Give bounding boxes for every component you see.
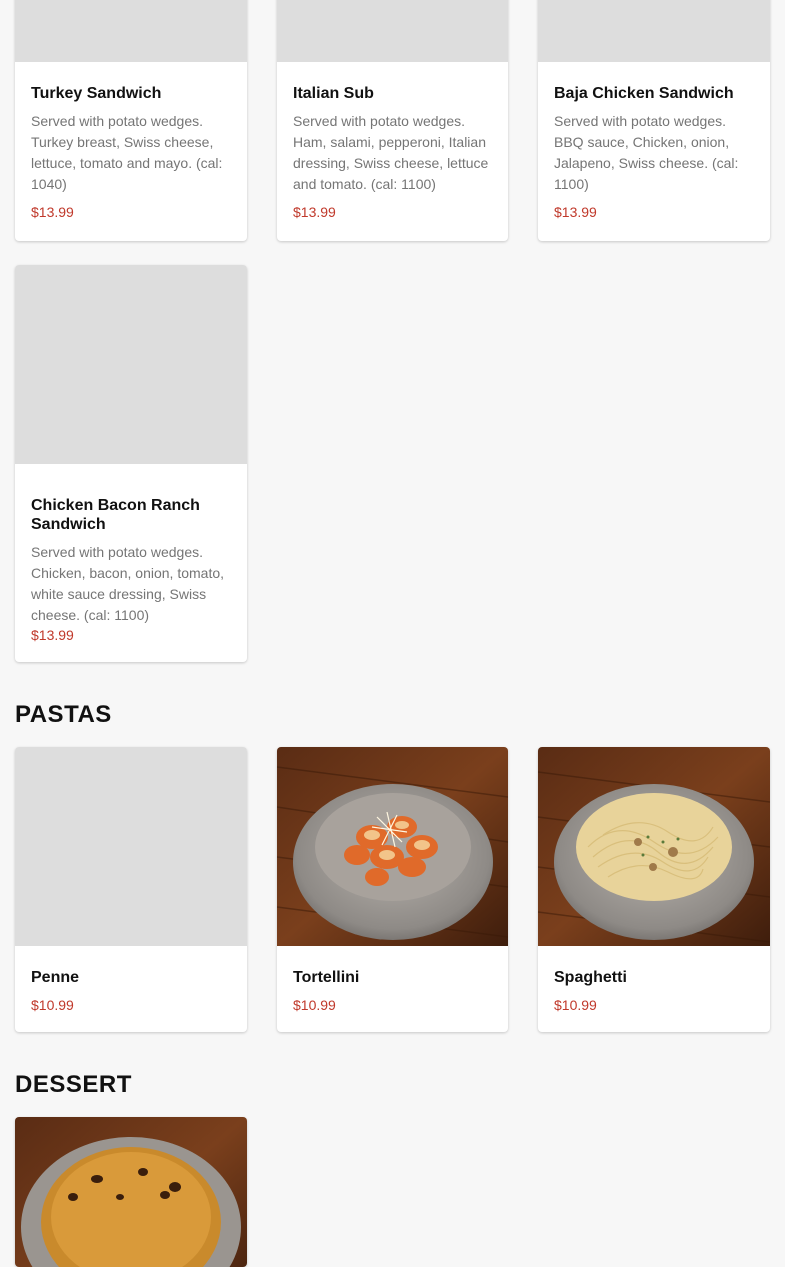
menu-item-card[interactable]: Spaghetti $10.99 <box>538 747 770 1032</box>
item-image-placeholder <box>15 0 247 62</box>
item-price: $10.99 <box>31 997 74 1013</box>
item-price: $10.99 <box>554 997 597 1013</box>
item-image-placeholder <box>277 0 508 62</box>
item-price: $13.99 <box>554 204 597 220</box>
item-title: Tortellini <box>293 969 360 986</box>
menu-item-card[interactable]: Turkey Sandwich Served with potato wedge… <box>15 0 247 241</box>
item-title: Chicken Bacon Ranch Sandwich <box>31 497 200 533</box>
menu-item-card[interactable]: Baja Chicken Sandwich Served with potato… <box>538 0 770 241</box>
item-price: $13.99 <box>293 204 336 220</box>
section-title-dessert: DESSERT <box>15 1071 132 1098</box>
item-title: Baja Chicken Sandwich <box>554 85 734 102</box>
item-price: $13.99 <box>31 204 74 220</box>
item-image-placeholder <box>15 265 247 464</box>
item-title: Turkey Sandwich <box>31 85 162 102</box>
item-photo-tortellini <box>277 747 508 946</box>
menu-item-card[interactable]: Penne $10.99 <box>15 747 247 1032</box>
menu-item-card[interactable]: Chicken Bacon Ranch Sandwich Served with… <box>15 265 247 662</box>
item-price: $13.99 <box>31 627 74 643</box>
item-photo-spaghetti <box>538 747 770 946</box>
item-image-placeholder <box>15 747 247 946</box>
item-title: Penne <box>31 969 80 986</box>
item-title: Spaghetti <box>554 969 627 986</box>
menu-item-card[interactable]: Italian Sub Served with potato wedges. H… <box>277 0 508 241</box>
menu-item-card[interactable] <box>15 1117 247 1267</box>
section-title-pastas: PASTAS <box>15 701 112 728</box>
menu-item-card[interactable]: Tortellini $10.99 <box>277 747 508 1032</box>
item-photo-cookie <box>15 1117 247 1267</box>
item-price: $10.99 <box>293 997 336 1013</box>
item-title: Italian Sub <box>293 85 374 102</box>
item-description: Served with potato wedges. BBQ sauce, Ch… <box>554 113 739 192</box>
item-description: Served with potato wedges. Turkey breast… <box>31 113 223 192</box>
item-description: Served with potato wedges. Ham, salami, … <box>293 113 489 192</box>
item-image-placeholder <box>538 0 770 62</box>
item-description: Served with potato wedges. Chicken, baco… <box>31 544 225 623</box>
